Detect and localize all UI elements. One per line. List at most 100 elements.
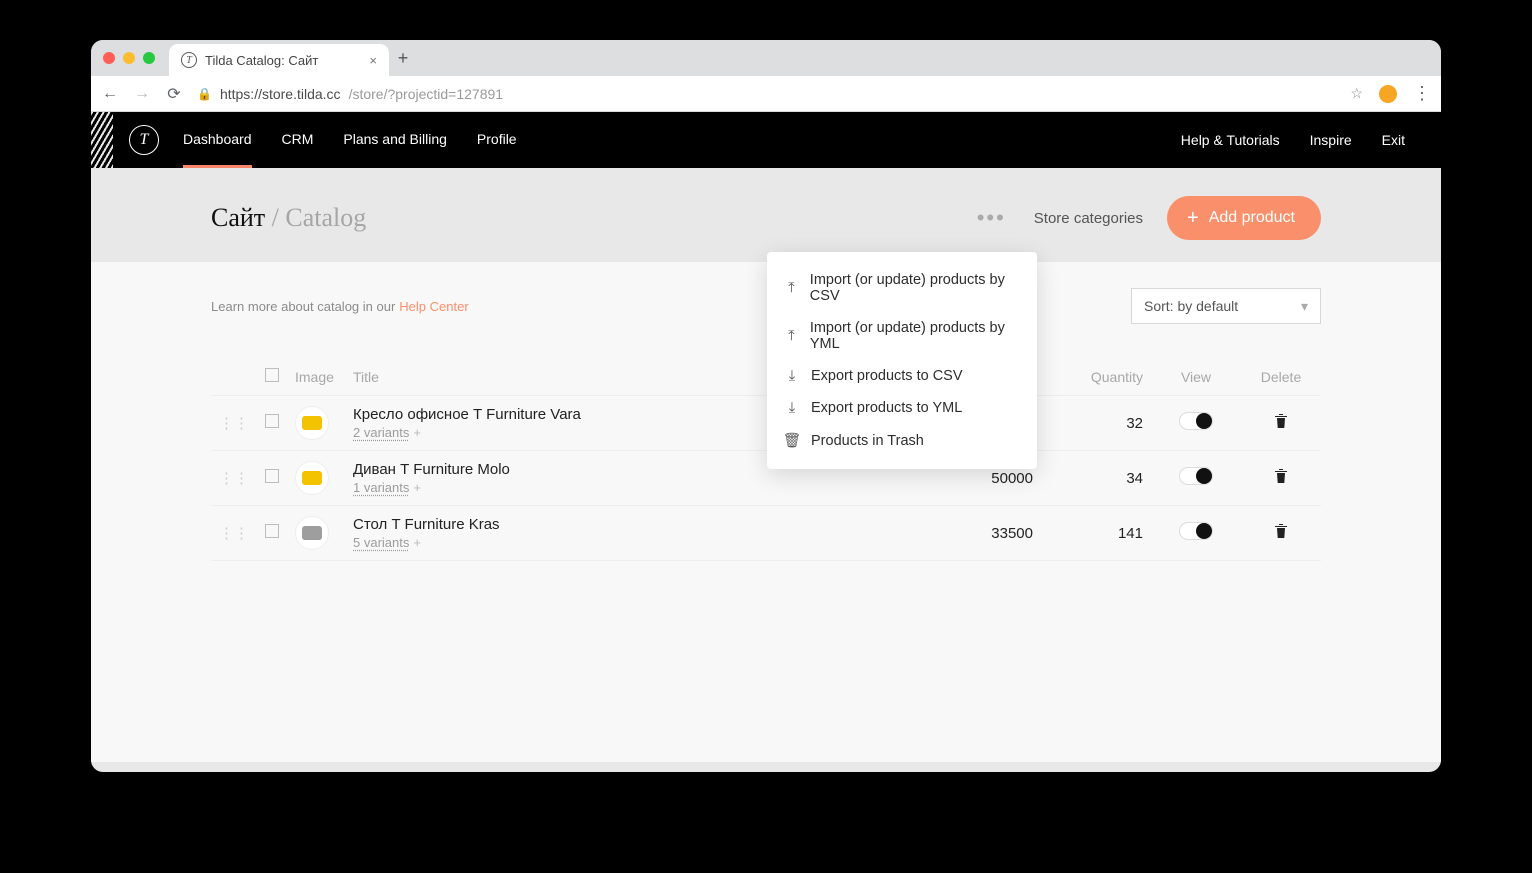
menu-item-label: Import (or update) products by YML: [810, 320, 1019, 352]
row-checkbox[interactable]: [265, 524, 279, 538]
trash-icon: 🗑: [785, 432, 799, 449]
menu-export-yml[interactable]: ⤓ Export products to YML: [767, 392, 1037, 424]
help-line: Learn more about catalog in our Help Cen…: [211, 288, 1321, 324]
product-variants: 2 variants +: [353, 425, 813, 440]
select-all-checkbox[interactable]: [265, 368, 279, 382]
tilda-logo-icon[interactable]: T: [129, 125, 159, 155]
product-qty: 32: [1041, 396, 1151, 451]
bookmark-star-icon[interactable]: ☆: [1350, 85, 1363, 102]
table-row: ⋮⋮ Диван T Furniture Molo 1 variants+ 50…: [211, 451, 1321, 506]
row-checkbox[interactable]: [265, 414, 279, 428]
products-table: Image Title SKU Price Quantity View Dele…: [211, 358, 1321, 561]
url-path: /store/?projectid=127891: [349, 86, 504, 102]
browser-menu-icon[interactable]: ⋮: [1413, 83, 1431, 104]
help-center-link[interactable]: Help Center: [399, 299, 468, 314]
variants-link[interactable]: 1 variants: [353, 480, 409, 495]
add-variant-icon[interactable]: +: [413, 425, 421, 440]
nav-forward-icon[interactable]: →: [133, 85, 151, 103]
tab-close-icon[interactable]: ×: [369, 53, 377, 68]
thumb-swatch-icon: [302, 526, 322, 540]
browser-toolbar: ← → ⟳ 🔒 https://store.tilda.cc/store/?pr…: [91, 76, 1441, 112]
product-thumb[interactable]: [295, 516, 329, 550]
menu-item-label: Export products to YML: [811, 400, 962, 416]
col-image: Image: [287, 358, 345, 396]
add-variant-icon[interactable]: +: [413, 480, 421, 495]
product-title[interactable]: Кресло офисное T Furniture Vara: [353, 406, 813, 423]
table-row: ⋮⋮ Стол T Furniture Kras 5 variants+ 335…: [211, 506, 1321, 561]
more-actions-icon[interactable]: •••: [967, 199, 1016, 237]
url-host: https://store.tilda.cc: [220, 86, 341, 102]
nav-exit[interactable]: Exit: [1382, 132, 1405, 148]
variants-link[interactable]: 5 variants: [353, 535, 409, 550]
table-row: ⋮⋮ Кресло офисное T Furniture Vara 2 var…: [211, 396, 1321, 451]
thumb-swatch-icon: [302, 416, 322, 430]
new-tab-button[interactable]: +: [389, 48, 417, 69]
nav-crm[interactable]: CRM: [282, 113, 314, 168]
product-variants: 5 variants +: [353, 535, 813, 550]
nav-reload-icon[interactable]: ⟳: [165, 84, 183, 104]
menu-item-label: Import (or update) products by CSV: [810, 272, 1019, 304]
breadcrumb-section: Catalog: [285, 203, 366, 232]
upload-icon: ⤒: [785, 328, 798, 344]
trash-icon: [1274, 468, 1288, 484]
chevron-down-icon: ▾: [1301, 298, 1308, 315]
sort-select[interactable]: Sort: by default ▾: [1131, 288, 1321, 324]
menu-export-csv[interactable]: ⤓Export products to CSV: [767, 360, 1037, 392]
add-variant-icon[interactable]: +: [413, 535, 421, 550]
product-qty: 141: [1041, 506, 1151, 561]
visibility-toggle[interactable]: [1179, 412, 1213, 430]
menu-item-label: Export products to CSV: [811, 368, 963, 384]
app-top-nav: T Dashboard CRM Plans and Billing Profil…: [91, 112, 1441, 168]
row-checkbox[interactable]: [265, 469, 279, 483]
drag-handle-icon[interactable]: ⋮⋮: [219, 415, 249, 432]
profile-avatar-icon[interactable]: [1379, 85, 1397, 103]
browser-right-tools: ☆ ⋮: [1350, 83, 1431, 104]
favicon-tilda-icon: T: [181, 52, 197, 68]
help-text: Learn more about catalog in our: [211, 299, 395, 314]
menu-trash[interactable]: 🗑 Products in Trash: [767, 424, 1037, 457]
col-quantity: Quantity: [1041, 358, 1151, 396]
product-title[interactable]: Стол T Furniture Kras: [353, 516, 813, 533]
nav-profile[interactable]: Profile: [477, 113, 517, 168]
catalog-content: ⤒Import (or update) products by CSV ⤒Imp…: [91, 262, 1441, 762]
nav-help[interactable]: Help & Tutorials: [1181, 132, 1280, 148]
lock-icon: 🔒: [197, 87, 212, 101]
visibility-toggle[interactable]: [1179, 467, 1213, 485]
delete-button[interactable]: [1274, 523, 1288, 539]
drag-handle-icon[interactable]: ⋮⋮: [219, 525, 249, 542]
trash-icon: [1274, 523, 1288, 539]
store-categories-link[interactable]: Store categories: [1034, 210, 1143, 227]
address-bar[interactable]: 🔒 https://store.tilda.cc/store/?projecti…: [197, 86, 1336, 102]
download-icon: ⤓: [785, 400, 799, 416]
variants-link[interactable]: 2 variants: [353, 425, 409, 440]
product-thumb[interactable]: [295, 461, 329, 495]
nav-plans-billing[interactable]: Plans and Billing: [343, 113, 447, 168]
nav-links: Dashboard CRM Plans and Billing Profile: [183, 113, 517, 168]
col-delete: Delete: [1241, 358, 1321, 396]
product-thumb[interactable]: [295, 406, 329, 440]
visibility-toggle[interactable]: [1179, 522, 1213, 540]
window-close-icon[interactable]: [103, 52, 115, 64]
nav-back-icon[interactable]: ←: [101, 85, 119, 103]
delete-button[interactable]: [1274, 468, 1288, 484]
browser-tab[interactable]: T Tilda Catalog: Сайт ×: [169, 44, 389, 76]
thumb-swatch-icon: [302, 471, 322, 485]
product-variants: 1 variants +: [353, 480, 813, 495]
menu-import-yml[interactable]: ⤒ Import (or update) products by YML: [767, 312, 1037, 360]
nav-inspire[interactable]: Inspire: [1310, 132, 1352, 148]
window-zoom-icon[interactable]: [143, 52, 155, 64]
drag-handle-icon[interactable]: ⋮⋮: [219, 470, 249, 487]
col-view: View: [1151, 358, 1241, 396]
product-title[interactable]: Диван T Furniture Molo: [353, 461, 813, 478]
window-minimize-icon[interactable]: [123, 52, 135, 64]
tab-title: Tilda Catalog: Сайт: [205, 53, 318, 68]
breadcrumb-site[interactable]: Сайт: [211, 203, 265, 232]
add-product-button[interactable]: + Add product: [1167, 196, 1321, 240]
browser-tab-bar: T Tilda Catalog: Сайт × +: [91, 40, 1441, 76]
delete-button[interactable]: [1274, 413, 1288, 429]
menu-import-csv[interactable]: ⤒Import (or update) products by CSV: [767, 264, 1037, 312]
nav-dashboard[interactable]: Dashboard: [183, 113, 252, 168]
product-qty: 34: [1041, 451, 1151, 506]
breadcrumb-sep: /: [272, 203, 286, 232]
menu-item-label: Products in Trash: [811, 433, 924, 449]
